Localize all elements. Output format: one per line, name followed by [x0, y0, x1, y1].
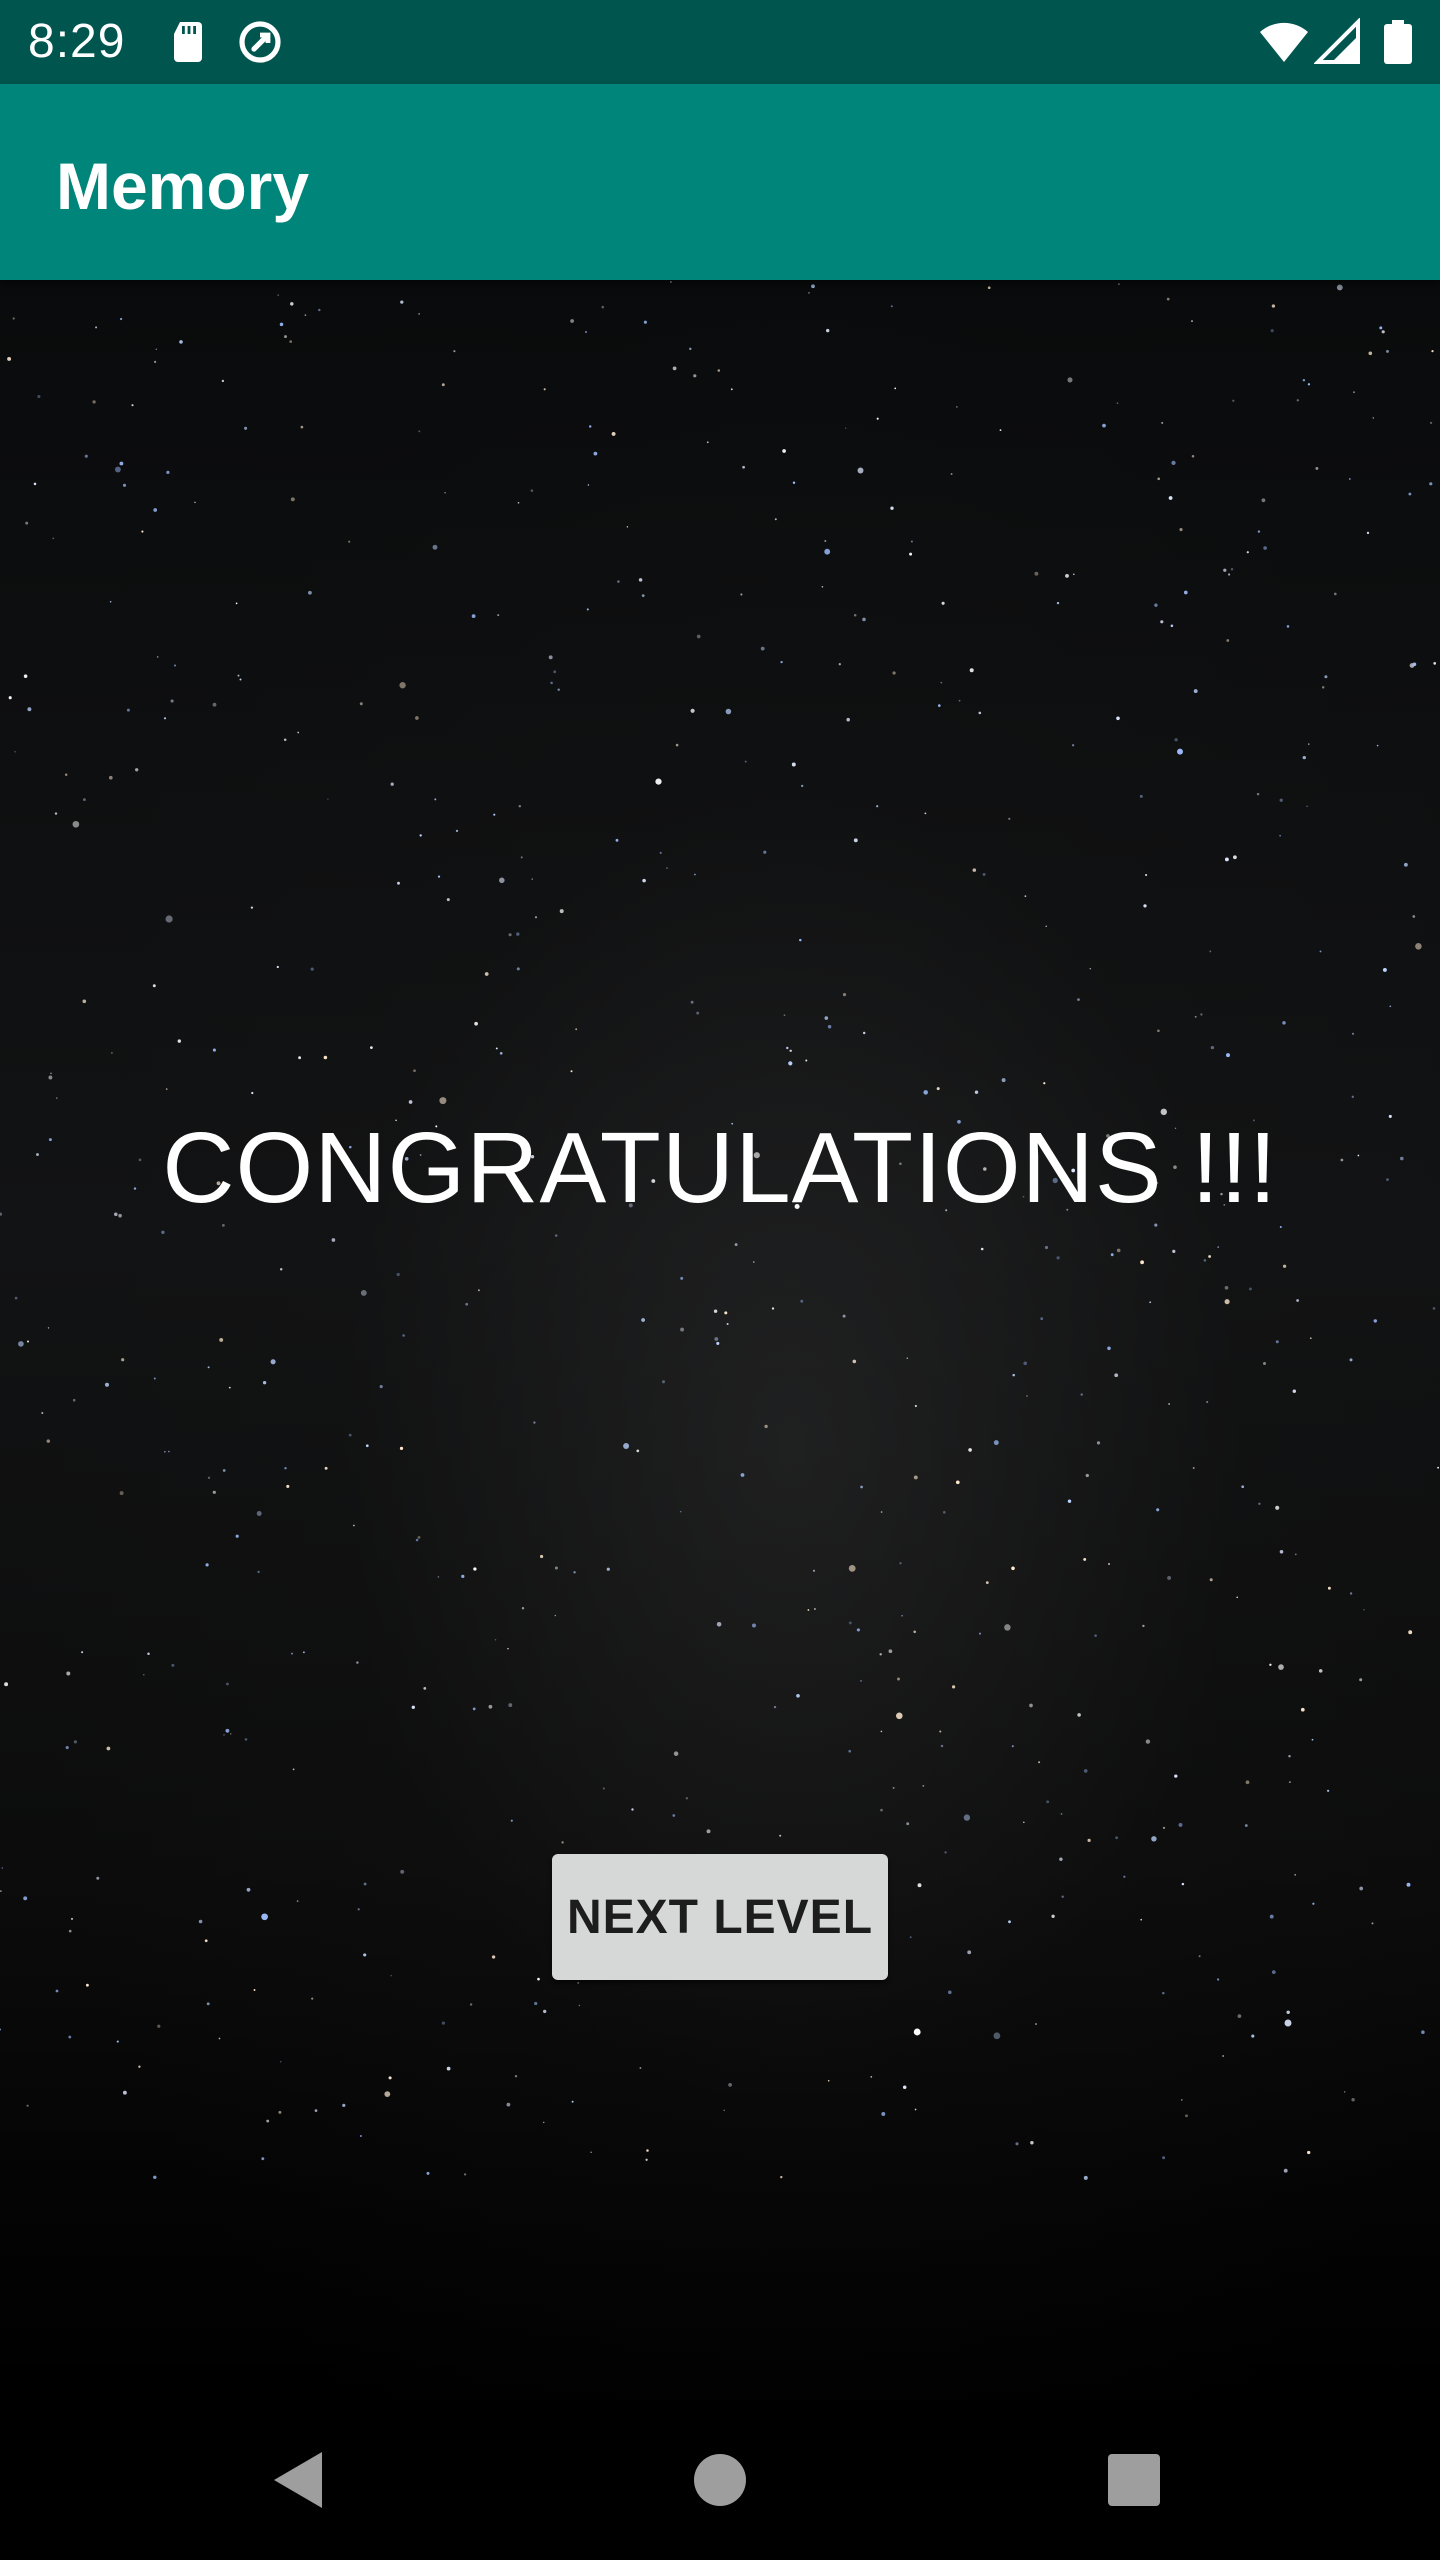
recents-icon[interactable] [1094, 2440, 1174, 2520]
app-bar: Memory [0, 84, 1440, 280]
starfield-background [0, 281, 1439, 2180]
sync-icon [239, 21, 281, 63]
app-title: Memory [56, 149, 310, 223]
sd-card-icon [174, 22, 202, 62]
next-level-button[interactable]: NEXT LEVEL [552, 1854, 888, 1980]
home-icon[interactable] [680, 2440, 760, 2520]
battery-icon [1384, 20, 1412, 64]
wifi-icon [1260, 22, 1308, 62]
status-time: 8:29 [28, 15, 126, 68]
navigation-bar [0, 2400, 1440, 2560]
signal-icon [1314, 18, 1360, 64]
screen: 8:29 Memory CONGRATULATIONS !!! NEXT LEV… [0, 0, 1440, 2560]
congratulations-message: CONGRATULATIONS !!! [162, 1112, 1278, 1224]
status-bar: 8:29 [0, 0, 1440, 84]
content-area: CONGRATULATIONS !!! NEXT LEVEL [0, 280, 1440, 2400]
back-icon[interactable] [262, 2440, 342, 2520]
